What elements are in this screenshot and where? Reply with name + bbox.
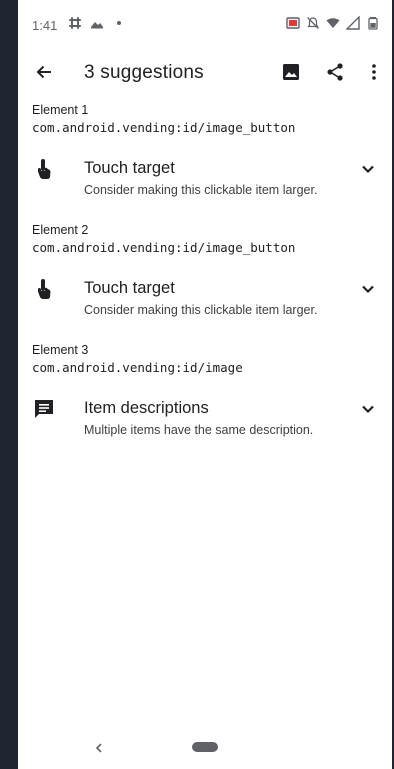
more-vert-icon: [372, 64, 376, 80]
suggestion-title: Item descriptions: [84, 399, 209, 417]
status-right-icons: [286, 16, 380, 30]
suggestions-list: Element 1 com.android.vending:id/image_b…: [18, 103, 392, 463]
expand-button[interactable]: [356, 277, 380, 301]
element-id: com.android.vending:id/image_button: [32, 240, 296, 255]
arrow-back-icon: [36, 65, 51, 79]
phone-screen: 1:41 3 suggestions Element 1 com.android…: [18, 0, 392, 769]
suggestion-description: Multiple items have the same description…: [84, 423, 314, 437]
element-label: Element 1: [32, 103, 89, 117]
back-button[interactable]: [30, 58, 58, 86]
nav-back-button[interactable]: [90, 739, 108, 757]
chevron-down-icon: [362, 285, 374, 294]
share-button[interactable]: [321, 58, 349, 86]
more-options-button[interactable]: [360, 58, 388, 86]
suggestion-title: Touch target: [84, 159, 175, 177]
signal-icon: [346, 16, 360, 30]
chevron-down-icon: [362, 405, 374, 414]
suggestion-description: Consider making this clickable item larg…: [84, 183, 318, 197]
slack-icon: [69, 17, 81, 29]
suggestion-title: Touch target: [84, 279, 175, 297]
suggestion-item: Element 3 com.android.vending:id/image I…: [18, 343, 392, 463]
expand-button[interactable]: [356, 397, 380, 421]
touch-icon: [38, 159, 51, 179]
navigation-bar: [18, 729, 392, 769]
suggestion-description: Consider making this clickable item larg…: [84, 303, 318, 317]
screenshot-button[interactable]: [277, 58, 305, 86]
suggestion-item: Element 2 com.android.vending:id/image_b…: [18, 223, 392, 343]
touch-icon: [38, 279, 51, 299]
element-id: com.android.vending:id/image: [32, 360, 243, 375]
suggestion-item: Element 1 com.android.vending:id/image_b…: [18, 103, 392, 223]
element-label: Element 3: [32, 343, 89, 357]
element-id: com.android.vending:id/image_button: [32, 120, 296, 135]
battery-icon: [368, 17, 378, 30]
status-bar: 1:41: [18, 0, 392, 48]
chevron-down-icon: [362, 165, 374, 174]
share-icon: [327, 63, 343, 81]
expand-button[interactable]: [356, 157, 380, 181]
suggestion-row[interactable]: Item descriptions Multiple items have th…: [18, 391, 392, 451]
wifi-icon: [326, 18, 340, 28]
bell-off-icon: [307, 17, 319, 29]
status-time: 1:41: [32, 18, 58, 33]
image-icon: [283, 64, 299, 80]
dot-icon: [117, 21, 121, 25]
chevron-left-icon: [95, 743, 102, 753]
element-label: Element 2: [32, 223, 89, 237]
nav-home-pill[interactable]: [192, 742, 218, 752]
suggestion-row[interactable]: Touch target Consider making this clicka…: [18, 271, 392, 331]
status-left-icons: [68, 16, 126, 30]
comment-icon: [35, 400, 53, 418]
photos-icon: [91, 22, 103, 29]
page-title: 3 suggestions: [84, 62, 204, 83]
app-bar: 3 suggestions: [18, 48, 392, 98]
cast-icon: [286, 17, 300, 29]
suggestion-row[interactable]: Touch target Consider making this clicka…: [18, 151, 392, 211]
